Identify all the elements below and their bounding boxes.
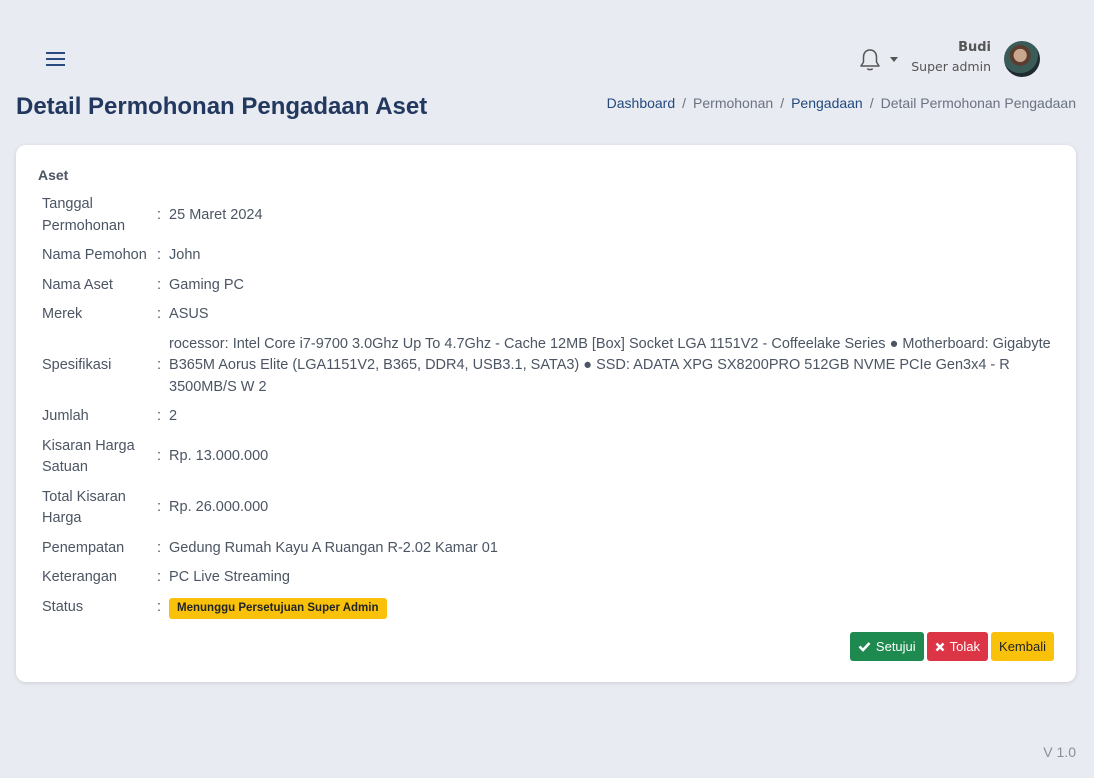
row-value: Gedung Rumah Kayu A Ruangan R-2.02 Kamar… — [169, 539, 498, 556]
avatar[interactable] — [1004, 41, 1040, 77]
back-button[interactable]: Kembali — [991, 632, 1054, 661]
breadcrumb-pengadaan[interactable]: Pengadaan — [791, 95, 863, 111]
row-colon: : — [157, 448, 162, 465]
row-value: John — [169, 247, 201, 263]
check-icon — [858, 642, 871, 652]
row-label: Nama Aset — [42, 276, 113, 293]
chevron-down-icon[interactable] — [890, 57, 898, 62]
table-row: Total Kisaran Harga: Rp. 26.000.000 — [38, 483, 1058, 534]
table-row: Nama Pemohon: John — [38, 241, 1058, 271]
menu-icon[interactable] — [44, 50, 68, 70]
row-value: PC Live Streaming — [169, 569, 290, 585]
top-navbar: Budi Super admin — [0, 0, 1094, 92]
breadcrumb-current: Detail Permohonan Pengadaan — [880, 95, 1076, 111]
row-colon: : — [157, 357, 162, 373]
row-label: Tanggal Permohonan — [42, 196, 126, 234]
row-colon: : — [157, 276, 162, 293]
table-row: Kisaran Harga Satuan: Rp. 13.000.000 — [38, 432, 1058, 483]
row-label: Kisaran Harga Satuan — [42, 437, 135, 476]
row-value: 25 Maret 2024 — [169, 206, 263, 223]
approve-button[interactable]: Setujui — [849, 632, 924, 661]
table-row: Jumlah:2 — [38, 402, 1058, 432]
user-name: Budi — [958, 40, 991, 55]
row-value: 2 — [169, 408, 178, 424]
user-role: Super admin — [911, 59, 991, 74]
row-value: ASUS — [169, 306, 209, 322]
row-label: Status — [42, 598, 84, 615]
bell-icon[interactable] — [858, 47, 882, 73]
row-colon: : — [157, 539, 162, 556]
row-value: Rp. 13.000.000 — [169, 448, 269, 465]
reject-button[interactable]: Tolak — [926, 632, 989, 661]
row-label: Merek — [42, 306, 83, 322]
table-row: Penempatan: Gedung Rumah Kayu A Ruangan R… — [38, 534, 1058, 564]
approve-label: Setujui — [875, 639, 916, 654]
row-colon: : — [157, 569, 162, 585]
status-badge: Menunggu Persetujuan Super Admin — [169, 597, 387, 619]
table-row: Merek: ASUS — [38, 300, 1058, 330]
row-label: Keterangan — [42, 569, 117, 585]
row-label: Jumlah — [42, 408, 89, 424]
row-label: Total Kisaran Harga — [42, 488, 126, 527]
breadcrumb-dashboard[interactable]: Dashboard — [607, 95, 676, 111]
table-row: Nama Aset: Gaming PC — [38, 271, 1058, 301]
row-colon: : — [157, 206, 162, 223]
row-colon: : — [157, 408, 162, 424]
breadcrumb-separator: / — [780, 95, 785, 111]
row-colon: : — [157, 598, 162, 615]
close-icon — [935, 642, 945, 651]
row-label: Penempatan — [42, 539, 125, 556]
row-colon: : — [157, 306, 162, 322]
table-row: Keterangan: PC Live Streaming — [38, 563, 1058, 593]
row-label: Nama Pemohon — [42, 247, 147, 263]
page-title: Detail Permohonan Pengadaan Aset — [16, 93, 428, 120]
back-label: Kembali — [999, 639, 1046, 654]
breadcrumb-separator: / — [869, 95, 874, 111]
breadcrumb: Dashboard / Permohonan / Pengadaan / Detail Pe… — [607, 95, 1076, 111]
table-row: Spesifikasi: rocessor: Intel Core i7-9700… — [38, 330, 1058, 403]
detail-card: Aset Tanggal Permohonan:25 Maret 2024 Nam… — [16, 145, 1076, 682]
row-colon: : — [157, 499, 162, 516]
breadcrumb-separator: / — [682, 95, 687, 111]
section-title: Aset — [38, 167, 69, 183]
table-row: Status : Menunggu Persetujuan Super Admi… — [38, 593, 1058, 623]
detail-table: Tanggal Permohonan:25 Maret 2024 Nama Pem… — [38, 190, 1058, 623]
row-value: rocessor: Intel Core i7-9700 3.0Ghz Up T… — [169, 335, 1051, 395]
version-label: V 1.0 — [1043, 744, 1076, 760]
action-buttons: Setujui Tolak Kembali — [849, 632, 1054, 661]
table-row: Tanggal Permohonan:25 Maret 2024 — [38, 190, 1058, 241]
row-colon: : — [157, 247, 162, 263]
row-value: Gaming PC — [169, 276, 244, 293]
breadcrumb-permohonan: Permohonan — [693, 95, 774, 111]
reject-label: Tolak — [949, 639, 981, 654]
row-value: Rp. 26.000.000 — [169, 499, 269, 516]
row-label: Spesifikasi — [42, 357, 112, 373]
